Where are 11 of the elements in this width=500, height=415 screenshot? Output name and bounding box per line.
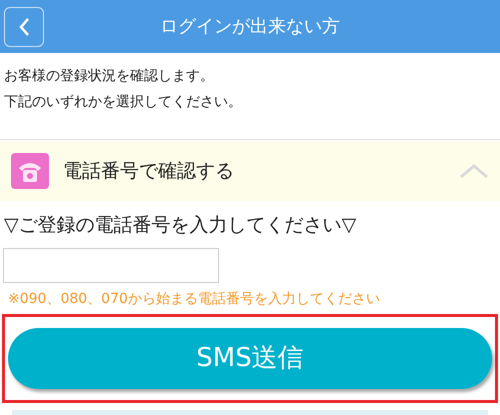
section-title: 電話番号で確認する bbox=[63, 158, 234, 184]
back-icon bbox=[18, 17, 30, 37]
back-button[interactable] bbox=[4, 7, 44, 47]
intro-text: お客様の登録状況を確認します。 bbox=[4, 67, 215, 86]
telephone-icon bbox=[11, 153, 49, 189]
phone-input-field[interactable] bbox=[3, 248, 219, 282]
page-title: ログインが出来ない方 bbox=[160, 15, 340, 39]
section-header[interactable]: 電話番号で確認する bbox=[0, 141, 500, 201]
field-label: ▽ご登録の電話番号を入力してください▽ bbox=[3, 213, 358, 238]
note-text: ※090、080、070から始まる電話番号を入力してください bbox=[7, 290, 381, 308]
intro-text: 下記のいずれかを選択してください。 bbox=[4, 93, 243, 112]
